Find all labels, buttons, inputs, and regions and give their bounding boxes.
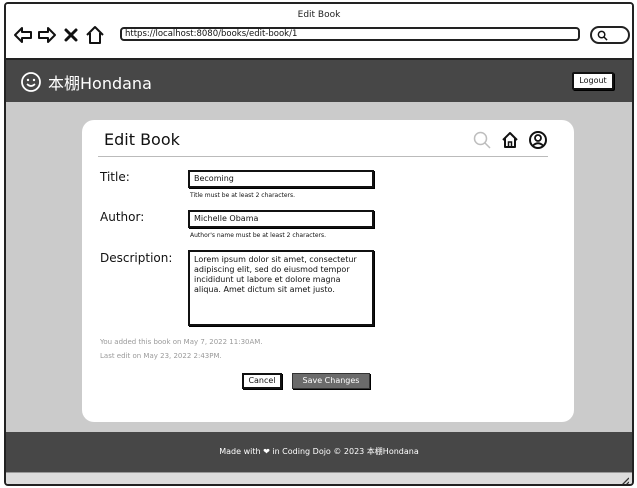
author-input[interactable]: Michelle Obama [188, 210, 374, 228]
window-title: Edit Book [297, 10, 341, 20]
app-navbar: 本棚Hondana Logout [6, 60, 632, 102]
brand-text: 本棚Hondana [48, 74, 152, 93]
author-label: Author: [100, 210, 145, 224]
description-textarea[interactable]: Lorem ipsum dolor sit amet, consectetur … [188, 250, 374, 326]
logout-button[interactable]: Logout [572, 72, 614, 90]
window-status-strip [6, 472, 632, 486]
smiley-icon [21, 72, 41, 92]
browser-window: Edit Book https://localhost:8080/books/e… [4, 2, 634, 486]
forward-arrow-icon[interactable] [36, 24, 58, 46]
browser-titlebar: Edit Book https://localhost:8080/books/e… [6, 4, 632, 60]
back-arrow-icon[interactable] [12, 24, 34, 46]
cancel-button[interactable]: Cancel [242, 373, 282, 389]
user-icon[interactable] [528, 130, 548, 150]
home-icon[interactable] [500, 130, 520, 150]
browser-search-field[interactable] [590, 26, 630, 44]
search-icon[interactable] [472, 130, 492, 150]
card-header-icons [472, 130, 548, 150]
card-title: Edit Book [104, 130, 180, 149]
card-divider [98, 156, 548, 157]
search-icon [597, 30, 608, 41]
save-changes-button[interactable]: Save Changes [292, 373, 370, 389]
title-help-text: Title must be at least 2 characters. [190, 192, 296, 199]
url-bar[interactable]: https://localhost:8080/books/edit-book/1 [120, 27, 580, 41]
edit-book-card: Edit Book Title: Becoming Title must be … [82, 120, 574, 422]
brand[interactable]: 本棚Hondana [20, 70, 152, 94]
page-content: Edit Book Title: Becoming Title must be … [6, 102, 632, 432]
resize-grip-icon[interactable] [619, 476, 629, 486]
title-label: Title: [100, 170, 130, 184]
description-label: Description: [100, 251, 173, 265]
title-input[interactable]: Becoming [188, 170, 374, 188]
footer: Made with ❤ in Coding Dojo © 2023 本棚Hond… [6, 432, 632, 472]
last-edit-timestamp: Last edit on May 23, 2022 2:43PM. [100, 352, 222, 360]
stop-x-icon[interactable] [60, 24, 82, 46]
home-outline-icon[interactable] [84, 24, 106, 46]
added-timestamp: You added this book on May 7, 2022 11:30… [100, 338, 263, 346]
author-help-text: Author's name must be at least 2 charact… [190, 232, 327, 239]
